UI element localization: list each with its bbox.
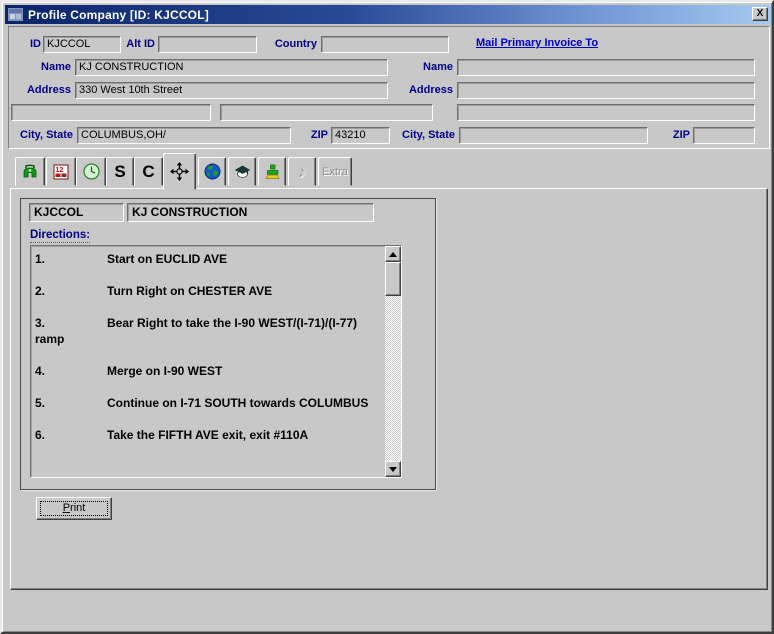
music-note-icon: ♪ [297,162,307,181]
alt-id-field[interactable] [158,36,257,53]
invoice-city-state-field[interactable] [459,127,648,144]
invoice-city-state-label: City, State [402,129,455,141]
arrow-up-icon [389,251,397,257]
scrollbar-down-button[interactable] [385,461,401,477]
tab-c[interactable]: C [134,157,163,186]
directions-text: 1. Start on EUCLID AVE 2. Turn Right on CH… [31,246,385,477]
graduation-cap-icon [234,165,250,178]
invoice-address-field[interactable] [457,82,755,99]
scrollbar-track[interactable] [385,246,401,477]
directions-label: Directions: [30,229,91,243]
directions-panel: KJCCOL KJ CONSTRUCTION Directions: 1. Sta… [20,198,436,490]
arrow-down-icon [389,466,397,472]
address-label: Address [26,84,71,96]
country-field[interactable] [321,36,449,53]
tab-directions[interactable] [163,153,196,190]
tab-graduation[interactable] [228,157,256,186]
close-button[interactable]: X [752,7,768,21]
scrollbar-up-button[interactable] [385,246,401,262]
direction-step: 3. Bear Right to take the I-90 WEST/(I-71… [35,316,358,346]
directions-tab-page: KJCCOL KJ CONSTRUCTION Directions: 1. Sta… [10,188,768,590]
direction-step: 2. Turn Right on CHESTER AVE [35,284,273,298]
city-state-field[interactable]: COLUMBUS,OH/ [77,127,291,144]
id-label: ID [30,38,41,50]
tab-phone[interactable] [15,157,45,186]
city-state-label: City, State [20,129,73,141]
address-line3-field[interactable] [220,104,433,121]
tab-music: ♪ [288,157,316,186]
direction-step: 4. Merge on I-90 WEST [35,364,223,378]
scrollbar-thumb[interactable] [385,262,401,296]
invoice-name-label: Name [423,61,453,73]
clock-icon [82,163,100,180]
zip-label: ZIP [310,129,328,141]
print-button[interactable]: Print [36,497,112,520]
print-button-label: Print [62,502,86,514]
tab-clock[interactable] [76,157,106,186]
tab-extra-label: Extra [322,165,348,178]
letter-c-icon: C [142,162,155,181]
tab-calendar[interactable]: 12 [46,157,76,186]
company-name-field[interactable]: KJ CONSTRUCTION [127,203,374,222]
calendar-icon: 12 [53,164,69,179]
invoice-name-field[interactable] [457,59,755,76]
invoice-zip-label: ZIP [672,129,690,141]
direction-step: 1. Start on EUCLID AVE [35,252,228,266]
company-id-field[interactable]: KJCCOL [29,203,124,222]
move-crosshair-icon [170,162,189,181]
invoice-zip-field[interactable] [693,127,755,144]
zip-field[interactable]: 43210 [331,127,390,144]
mail-primary-invoice-link[interactable]: Mail Primary Invoice To [476,37,598,49]
name-label: Name [41,61,71,73]
direction-step: 6. Take the FIFTH AVE exit, exit #110A [35,428,309,442]
tab-s[interactable]: S [106,157,134,186]
id-field[interactable]: KJCCOL [43,36,121,53]
telephone-icon [23,163,37,177]
network-tree-icon [264,164,280,179]
tab-extra: Extra [318,157,352,186]
alt-id-label: Alt ID [126,38,155,50]
globe-icon [204,163,220,180]
invoice-address-line2-field[interactable] [457,104,755,121]
app-icon [8,8,23,21]
tab-globe[interactable] [198,157,226,186]
letter-s-icon: S [114,162,126,181]
window-title: Profile Company [ID: KJCCOL] [28,7,209,22]
company-header-panel: ID KJCCOL Alt ID Country Mail Primary In… [8,26,770,149]
svg-text:12: 12 [56,167,64,174]
address-line2-field[interactable] [11,104,211,121]
address-field[interactable]: 330 West 10th Street [75,82,388,99]
close-icon: X [756,8,764,19]
country-label: Country [274,38,317,50]
directions-listbox[interactable]: 1. Start on EUCLID AVE 2. Turn Right on CH… [30,245,402,478]
tab-network[interactable] [258,157,286,186]
profile-company-window: Profile Company [ID: KJCCOL] X ID KJCCOL… [0,0,774,634]
titlebar[interactable]: Profile Company [ID: KJCCOL] X [5,5,771,24]
name-field[interactable]: KJ CONSTRUCTION [75,59,388,76]
invoice-address-label: Address [408,84,453,96]
print-button-focus-ring: Print [40,501,108,516]
direction-step: 5. Continue on I-71 SOUTH towards COLUMBU… [35,396,369,410]
